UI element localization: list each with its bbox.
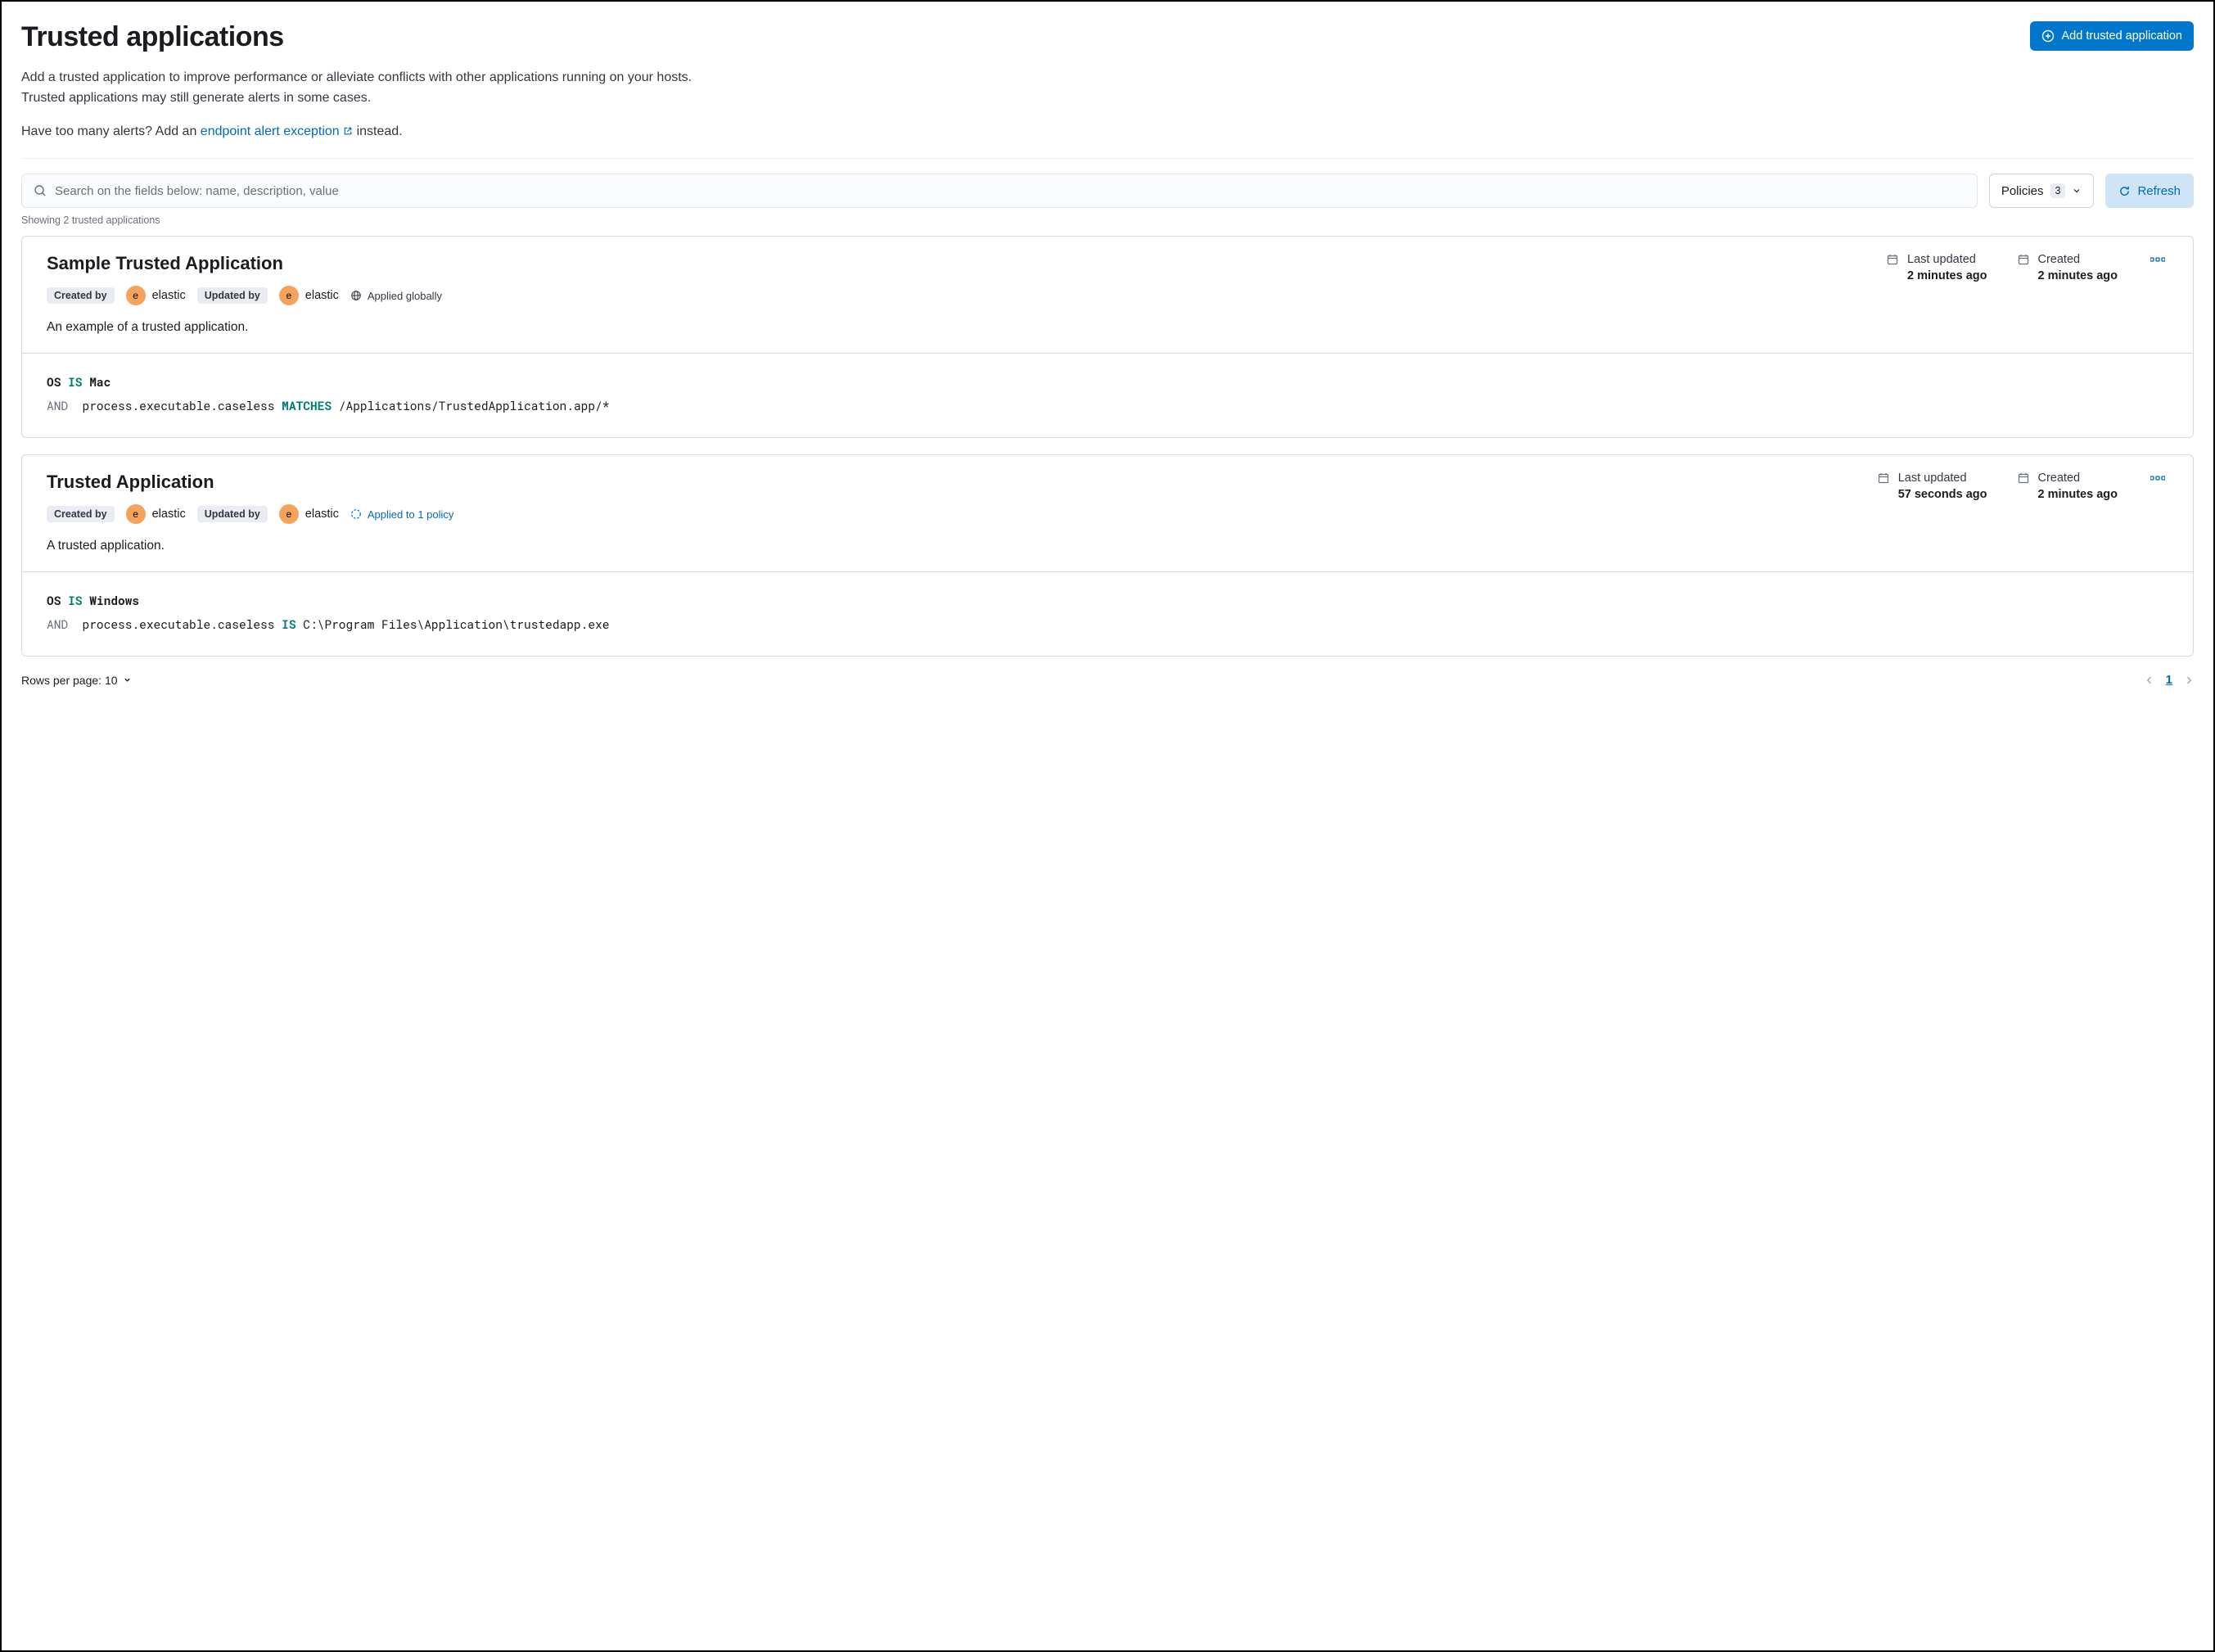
updated-by-badge: Updated by xyxy=(197,506,268,522)
external-link-icon xyxy=(343,126,353,136)
refresh-label: Refresh xyxy=(2137,184,2181,198)
chevron-down-icon xyxy=(123,675,132,684)
card-actions-button[interactable] xyxy=(2147,253,2168,266)
scope-global: Applied globally xyxy=(350,290,442,302)
intro-text-1: Add a trusted application to improve per… xyxy=(21,68,692,109)
plus-circle-icon xyxy=(2041,29,2055,43)
updated-by-user: elastic xyxy=(305,289,339,302)
endpoint-alert-exception-link[interactable]: endpoint alert exception xyxy=(201,124,353,138)
card-actions-button[interactable] xyxy=(2147,472,2168,485)
search-input-wrapper[interactable] xyxy=(21,174,1978,208)
scope-policy-link[interactable]: Applied to 1 policy xyxy=(350,508,454,521)
chevron-down-icon xyxy=(2072,186,2082,196)
page-next-button[interactable] xyxy=(2184,675,2194,685)
card-conditions: OS IS Mac AND process.executable.caseles… xyxy=(22,353,2193,437)
trusted-app-card: Trusted Application Created by e elastic… xyxy=(21,454,2194,657)
created-by-user: elastic xyxy=(152,289,186,302)
policies-count-badge: 3 xyxy=(2050,183,2066,198)
add-trusted-application-button[interactable]: Add trusted application xyxy=(2030,21,2194,51)
last-updated-value: 57 seconds ago xyxy=(1898,488,1987,501)
updated-by-user: elastic xyxy=(305,508,339,521)
last-updated-label: Last updated xyxy=(1898,472,1987,485)
calendar-icon xyxy=(1877,472,1890,485)
rows-per-page-button[interactable]: Rows per page: 10 xyxy=(21,674,132,687)
refresh-icon xyxy=(2118,185,2131,197)
created-by-user: elastic xyxy=(152,508,186,521)
card-title: Trusted Application xyxy=(47,472,1861,493)
calendar-icon xyxy=(2017,253,2030,266)
avatar: e xyxy=(126,504,146,524)
card-description: An example of a trusted application. xyxy=(47,320,1870,335)
page-title: Trusted applications xyxy=(21,21,284,53)
add-button-label: Add trusted application xyxy=(2061,29,2182,43)
created-label: Created xyxy=(2038,472,2118,485)
avatar: e xyxy=(279,504,299,524)
avatar: e xyxy=(126,286,146,305)
policies-filter-button[interactable]: Policies 3 xyxy=(1989,174,2095,208)
created-value: 2 minutes ago xyxy=(2038,269,2118,282)
updated-by-badge: Updated by xyxy=(197,287,268,304)
created-value: 2 minutes ago xyxy=(2038,488,2118,501)
created-by-badge: Created by xyxy=(47,287,115,304)
partial-icon xyxy=(350,508,362,520)
trusted-app-card: Sample Trusted Application Created by e … xyxy=(21,236,2194,438)
search-input[interactable] xyxy=(55,184,1965,198)
avatar: e xyxy=(279,286,299,305)
created-by-badge: Created by xyxy=(47,506,115,522)
last-updated-label: Last updated xyxy=(1907,253,1987,266)
page-prev-button[interactable] xyxy=(2145,675,2154,685)
result-count: Showing 2 trusted applications xyxy=(21,214,2194,226)
divider xyxy=(21,158,2194,159)
intro-text-2: Have too many alerts? Add an endpoint al… xyxy=(21,122,692,142)
policies-label: Policies xyxy=(2001,184,2044,198)
globe-icon xyxy=(350,290,362,301)
last-updated-value: 2 minutes ago xyxy=(1907,269,1987,282)
card-title: Sample Trusted Application xyxy=(47,253,1870,274)
refresh-button[interactable]: Refresh xyxy=(2105,174,2194,208)
page-current[interactable]: 1 xyxy=(2166,673,2172,687)
search-icon xyxy=(34,184,47,197)
calendar-icon xyxy=(1886,253,1899,266)
card-description: A trusted application. xyxy=(47,539,1861,553)
calendar-icon xyxy=(2017,472,2030,485)
created-label: Created xyxy=(2038,253,2118,266)
card-conditions: OS IS Windows AND process.executable.cas… xyxy=(22,571,2193,656)
